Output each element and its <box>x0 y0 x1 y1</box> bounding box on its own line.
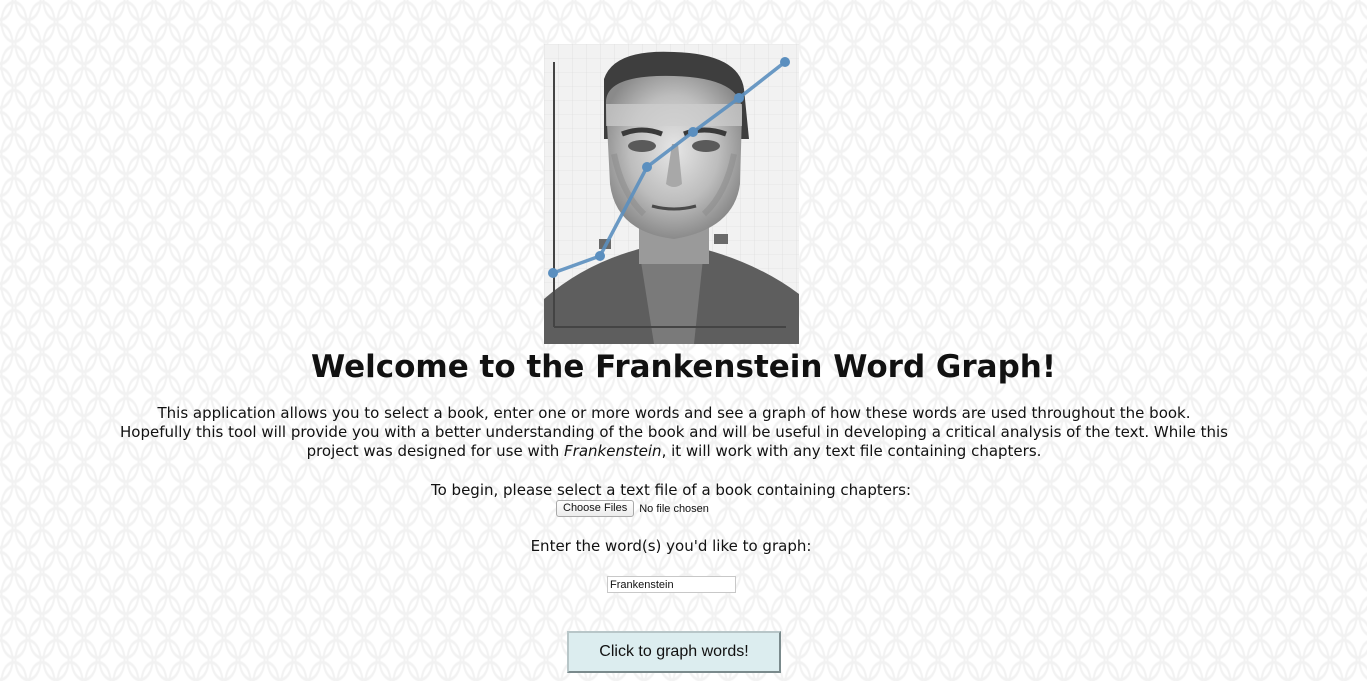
words-prompt: Enter the word(s) you'd like to graph: <box>530 537 812 555</box>
file-input[interactable]: Choose Files No file chosen <box>556 500 709 517</box>
frankenstein-graph-illustration <box>544 44 799 344</box>
page-title: Welcome to the Frankenstein Word Graph! <box>311 349 1056 385</box>
words-input[interactable] <box>607 576 736 593</box>
page: Welcome to the Frankenstein Word Graph! … <box>0 0 1367 681</box>
intro-paragraph: This application allows you to select a … <box>120 404 1228 461</box>
file-prompt: To begin, please select a text file of a… <box>430 481 911 499</box>
frankenstein-graph-image <box>544 44 799 344</box>
intro-book-title: Frankenstein <box>564 442 662 460</box>
file-status: No file chosen <box>639 502 709 515</box>
graph-words-button[interactable]: Click to graph words! <box>567 631 781 673</box>
choose-files-button[interactable]: Choose Files <box>556 500 635 517</box>
intro-text-after: , it will work with any text file contai… <box>661 442 1042 460</box>
